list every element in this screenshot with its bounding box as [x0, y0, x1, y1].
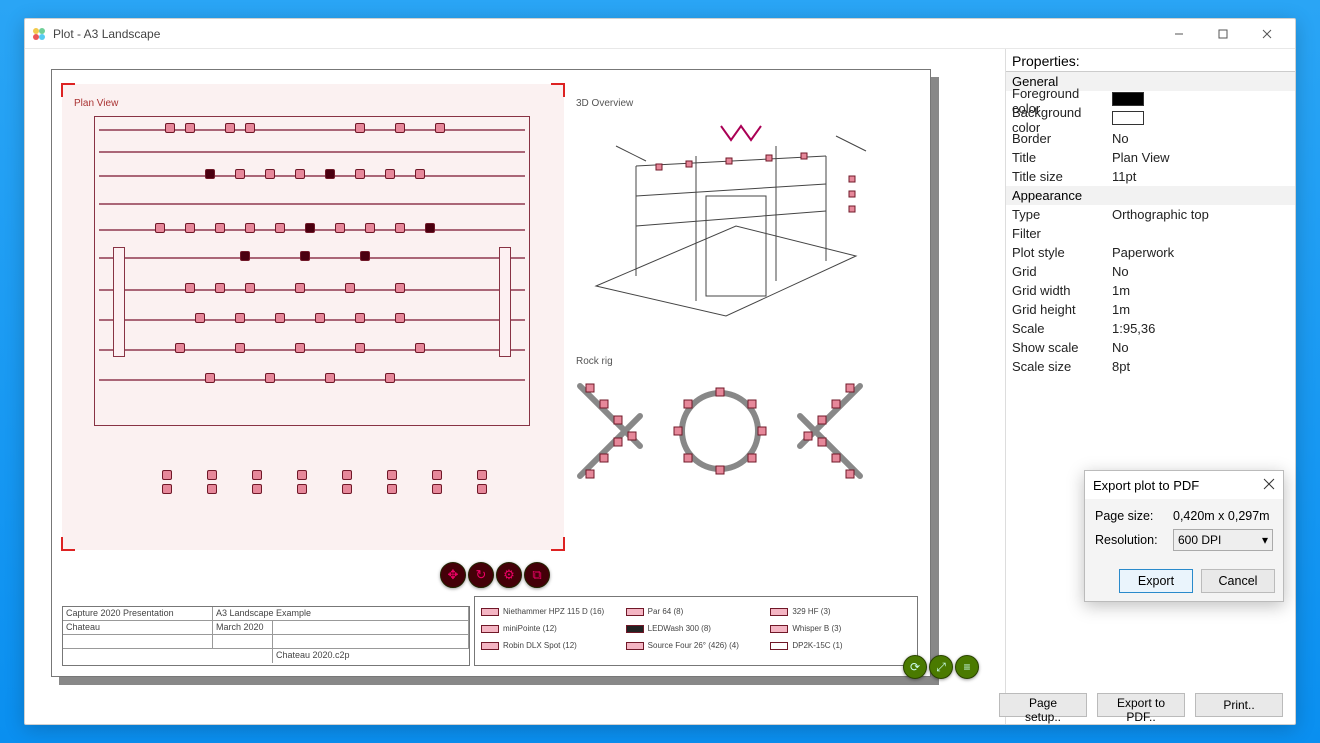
minimize-button[interactable] [1157, 20, 1201, 48]
paper-sheet[interactable]: Plan View 3D Overview Rock rig [51, 69, 931, 677]
prop-grid-width[interactable]: Grid width1m [1006, 281, 1295, 300]
prop-grid[interactable]: GridNo [1006, 262, 1295, 281]
export-cancel-button[interactable]: Cancel [1201, 569, 1275, 593]
prop-border[interactable]: BorderNo [1006, 129, 1295, 148]
fixture-legend[interactable]: Niethammer HPZ 115 D (16) Par 64 (8) 329… [474, 596, 918, 666]
rock-rig-drawing[interactable] [570, 366, 870, 496]
resolution-label: Resolution: [1095, 533, 1165, 547]
legend-item: miniPointe (12) [481, 620, 622, 637]
properties-header: Properties: [1006, 49, 1295, 71]
page-size-value: 0,420m x 0,297m [1173, 509, 1270, 523]
menu-icon[interactable]: ≡ [955, 655, 979, 679]
legend-item: LEDWash 300 (8) [626, 620, 767, 637]
plot-canvas-area: Plan View 3D Overview Rock rig [25, 49, 1005, 724]
plan-view-title: Plan View [74, 98, 118, 109]
tb-venue: Chateau [63, 621, 213, 634]
legend-item: Par 64 (8) [626, 603, 767, 620]
legend-item: 329 HF (3) [770, 603, 911, 620]
prop-section-appearance[interactable]: Appearance [1006, 186, 1295, 205]
window-title: Plot - A3 Landscape [53, 27, 1157, 41]
print-button[interactable]: Print.. [1195, 693, 1283, 717]
view-toolbar: ✥ ↻ ⚙ ⧉ [440, 562, 550, 588]
tb-sheet: A3 Landscape Example [213, 607, 469, 620]
plot-window: Plot - A3 Landscape [24, 18, 1296, 725]
canvas-nav-buttons: ⟳ ⤢ ≡ [903, 655, 995, 714]
legend-item: Niethammer HPZ 115 D (16) [481, 603, 622, 620]
prop-grid-height[interactable]: Grid height1m [1006, 300, 1295, 319]
legend-item: DP2K-15C (1) [770, 637, 911, 654]
page-size-label: Page size: [1095, 509, 1165, 523]
prop-plot-style[interactable]: Plot stylePaperwork [1006, 243, 1295, 262]
dialog-close-icon[interactable] [1263, 478, 1275, 493]
maximize-button[interactable] [1201, 20, 1245, 48]
export-dialog-title: Export plot to PDF [1093, 478, 1263, 493]
close-button[interactable] [1245, 20, 1289, 48]
tb-date: March 2020 [213, 621, 273, 634]
settings-tool-icon[interactable]: ⚙ [496, 562, 522, 588]
properties-panel: Properties: General Foreground color Bac… [1005, 49, 1295, 724]
snapshot-tool-icon[interactable]: ⧉ [524, 562, 550, 588]
prop-scale[interactable]: Scale1:95,36 [1006, 319, 1295, 338]
export-pdf-button[interactable]: Export to PDF.. [1097, 693, 1185, 717]
prop-title[interactable]: TitlePlan View [1006, 148, 1295, 167]
move-tool-icon[interactable]: ✥ [440, 562, 466, 588]
chevron-down-icon: ▾ [1262, 533, 1268, 547]
prop-title-size[interactable]: Title size11pt [1006, 167, 1295, 186]
overview-3d-drawing[interactable] [576, 106, 896, 336]
export-pdf-dialog: Export plot to PDF Page size: 0,420m x 0… [1084, 470, 1284, 602]
bottom-action-bar: Page setup.. Export to PDF.. Print.. [1006, 684, 1295, 724]
prop-scale-size[interactable]: Scale size8pt [1006, 357, 1295, 376]
foreground-swatch[interactable] [1112, 92, 1144, 106]
prop-filter[interactable]: Filter [1006, 224, 1295, 243]
export-confirm-button[interactable]: Export [1119, 569, 1193, 593]
page-setup-button[interactable]: Page setup.. [999, 693, 1087, 717]
resolution-select[interactable]: 600 DPI ▾ [1173, 529, 1273, 551]
plan-view-drawing[interactable] [94, 116, 530, 426]
legend-item: Source Four 26° (426) (4) [626, 637, 767, 654]
refresh-icon[interactable]: ⟳ [903, 655, 927, 679]
legend-item: Whisper B (3) [770, 620, 911, 637]
prop-show-scale[interactable]: Show scaleNo [1006, 338, 1295, 357]
rotate-tool-icon[interactable]: ↻ [468, 562, 494, 588]
fit-icon[interactable]: ⤢ [929, 655, 953, 679]
prop-background-color[interactable]: Background color [1006, 110, 1295, 129]
legend-item: Robin DLX Spot (12) [481, 637, 622, 654]
titlebar: Plot - A3 Landscape [25, 19, 1295, 49]
app-icon [31, 26, 47, 42]
prop-type[interactable]: TypeOrthographic top [1006, 205, 1295, 224]
tb-project: Capture 2020 Presentation [63, 607, 213, 620]
tb-filename: Chateau 2020.c2p [273, 649, 469, 663]
title-block[interactable]: Capture 2020 Presentation A3 Landscape E… [62, 606, 470, 666]
background-swatch[interactable] [1112, 111, 1144, 125]
